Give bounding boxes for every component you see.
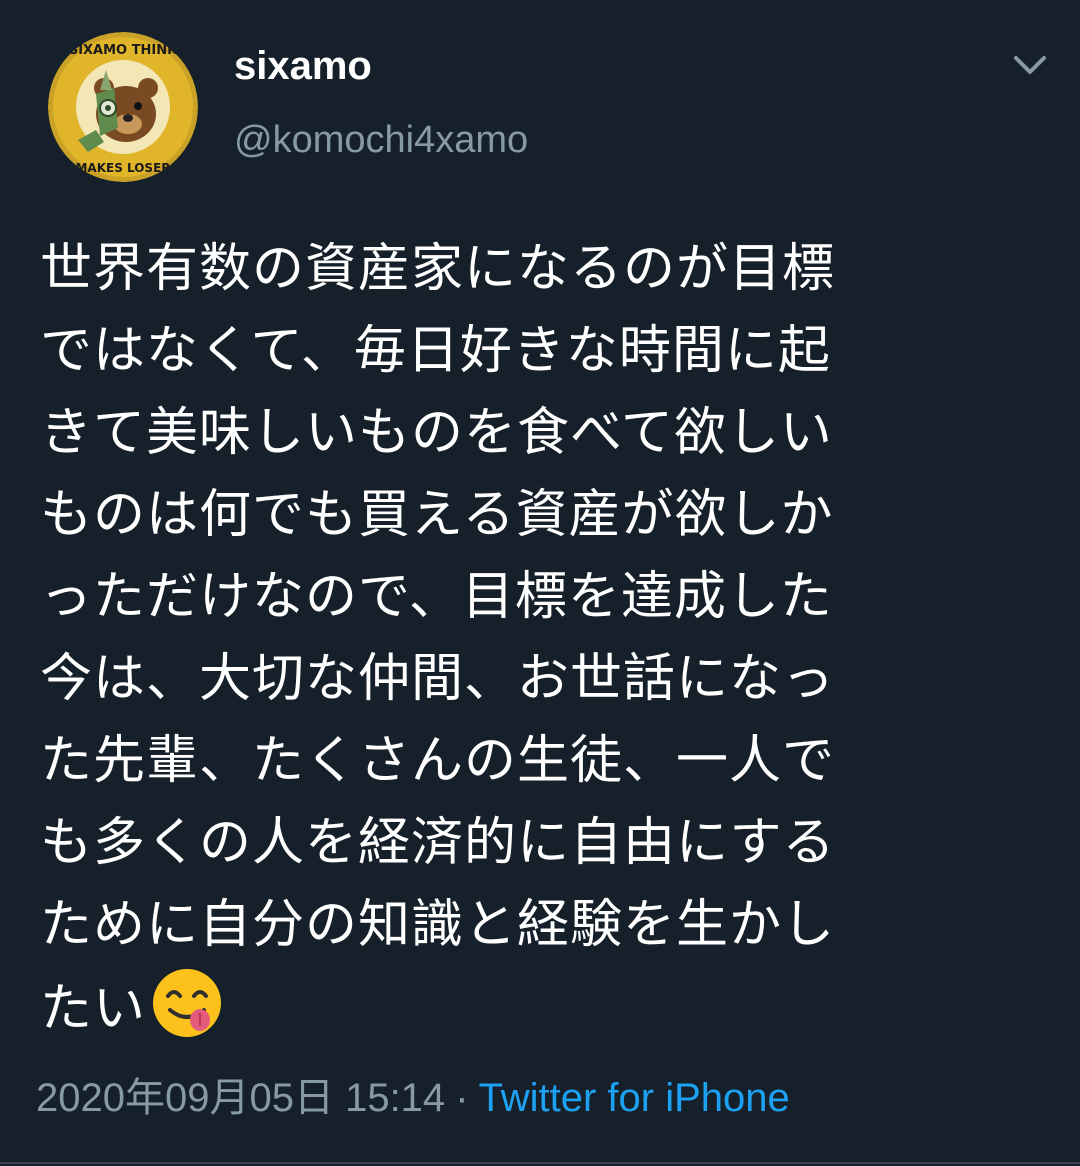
tweet-text-line: ものは何でも買える資産が欲しか: [40, 485, 834, 545]
tweet-text-line: 今は、大切な仲間、お世話になっ: [40, 649, 836, 709]
tweet-text-line: た先輩、たくさんの生徒、一人で: [40, 731, 836, 791]
tweet-text: 世界有数の資産家になるのが目標 ではなくて、毎日好きな時間に起 きて美味しいもの…: [40, 228, 1040, 1050]
avatar-text-top: SIXAMO THINK: [69, 43, 178, 58]
tweet-text-line: っただけなので、目標を達成した: [40, 567, 833, 627]
tweet-text-line: きて美味しいものを食べて欲しい: [40, 403, 833, 463]
display-name[interactable]: sixamo: [234, 42, 372, 90]
bear-logo-icon: SIXAMO THINK MAKES LOSER: [48, 32, 198, 182]
tweet-card: SIXAMO THINK MAKES LOSER sixamo @komochi…: [0, 0, 1080, 1166]
tweet-text-last-line: たい: [40, 966, 1040, 1050]
tweet-text-line: 世界有数の資産家になるのが目標: [40, 239, 836, 299]
tweet-source-link[interactable]: Twitter for iPhone: [479, 1076, 790, 1120]
tweet-text-line: も多くの人を経済的に自由にする: [40, 813, 836, 873]
avatar-text-bottom: MAKES LOSER: [75, 161, 170, 175]
meta-separator: ·: [455, 1076, 469, 1120]
avatar[interactable]: SIXAMO THINK MAKES LOSER: [48, 32, 198, 182]
tweet-text-line: ために自分の知識と経験を生かし: [40, 895, 836, 955]
tweet-text-line: たい: [40, 979, 147, 1039]
tweet-timestamp[interactable]: 2020年09月05日 15:14: [36, 1076, 445, 1120]
tweet-meta: 2020年09月05日 15:14 · Twitter for iPhone: [36, 1072, 790, 1124]
tweet-menu-button[interactable]: [1010, 48, 1050, 84]
chevron-down-icon: [1014, 56, 1046, 74]
divider: [0, 1162, 1080, 1164]
user-handle[interactable]: @komochi4xamo: [234, 116, 528, 164]
face-savoring-food-emoji-icon: [150, 966, 224, 1040]
tweet-text-line: ではなくて、毎日好きな時間に起: [40, 321, 831, 381]
